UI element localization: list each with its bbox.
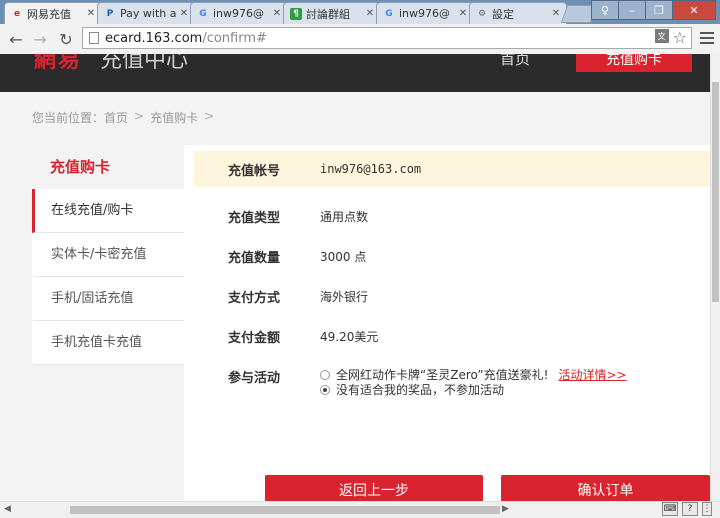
account-label: 充值帐号 [228, 163, 281, 179]
sidebar-item-phone-card[interactable]: 手机充值卡充值 [32, 321, 184, 365]
maximize-icon[interactable]: ❐ [645, 0, 673, 20]
tab-label: Pay with a [120, 7, 177, 20]
chat-icon: ¶ [290, 7, 302, 20]
activity-option-skip[interactable]: 没有适合我的奖品，不参加活动 [320, 382, 627, 397]
vertical-scrollbar[interactable] [710, 54, 720, 501]
url-path: /confirm# [202, 30, 267, 46]
tab-settings[interactable]: ⚙ 設定 ✕ [469, 2, 567, 24]
payment-label: 支付方式 [228, 291, 281, 306]
close-icon[interactable]: ✕ [271, 8, 283, 19]
type-value: 通用点数 [320, 210, 369, 224]
forward-arrow-icon[interactable]: → [30, 29, 50, 49]
keyboard-icon[interactable]: ⌨ [662, 502, 678, 516]
address-bar[interactable]: ecard.163.com /confirm# 文 ☆ [82, 27, 692, 49]
sidebar-item-phone-recharge[interactable]: 手机/固话充值 [32, 277, 184, 321]
tab-label: 网易充值 [27, 7, 71, 21]
tab-label: 設定 [492, 7, 514, 21]
chevron-right-icon: > [204, 109, 215, 123]
site-logo[interactable]: 網易 [34, 54, 82, 74]
back-arrow-icon[interactable]: ← [6, 29, 26, 49]
nav-home-link[interactable]: 首页 [500, 54, 530, 69]
sidebar-item-online-recharge[interactable]: 在线充值/购卡 [32, 189, 184, 233]
tab-gmail-2[interactable]: G inw976@ ✕ [376, 2, 474, 24]
type-row: 充值类型 通用点数 [194, 207, 710, 226]
sidebar-item-physical-card[interactable]: 实体卡/卡密充值 [32, 233, 184, 277]
tab-gmail-1[interactable]: G inw976@ ✕ [190, 2, 288, 24]
tab-label: inw976@ [213, 7, 265, 20]
tab-label: inw976@ [399, 7, 451, 20]
price-label: 支付金额 [228, 331, 281, 346]
netease-icon: e [13, 8, 21, 19]
radio-unchecked[interactable] [320, 369, 330, 380]
reload-icon[interactable]: ↻ [56, 29, 76, 49]
breadcrumb-current[interactable]: 充值购卡 [150, 109, 198, 126]
google-icon: G [385, 8, 393, 19]
close-icon[interactable]: ✕ [457, 8, 469, 19]
activity-option-join[interactable]: 全网红动作卡牌“圣灵Zero”充值送豪礼! 活动详情>> [320, 367, 627, 382]
tab-paypal[interactable]: P Pay with a ✕ [97, 2, 195, 24]
activity-label: 参与活动 [228, 371, 281, 386]
horizontal-scrollbar[interactable]: ◀ ▶ ⌨ ? ⋮ [0, 501, 720, 518]
paypal-icon: P [106, 8, 114, 19]
amount-value: 3000 点 [320, 250, 367, 264]
site-header: 網易 充值中心 首页 充值购卡 [0, 54, 710, 92]
radio-checked[interactable] [320, 384, 330, 395]
browser-toolbar: ← → ↻ ecard.163.com /confirm# 文 ☆ [0, 24, 720, 55]
window-controls: ♀ – ❐ ✕ [591, 0, 716, 20]
horizontal-scroll-thumb[interactable] [70, 506, 500, 514]
more-icon[interactable]: ⋮ [702, 502, 712, 516]
payment-value: 海外银行 [320, 290, 369, 304]
order-confirm-panel: 充值帐号 inw976@163.com 充值类型 通用点数 充值数量 3000 … [184, 145, 710, 505]
google-icon: G [199, 8, 207, 19]
breadcrumb: 您当前位置： 首页 > 充值购卡 > [32, 109, 214, 126]
nav-buy-button[interactable]: 充值购卡 [576, 54, 692, 72]
payment-row: 支付方式 海外银行 [194, 287, 710, 306]
amount-label: 充值数量 [228, 251, 281, 266]
sidebar: 充值购卡 在线充值/购卡 实体卡/卡密充值 手机/固话充值 手机充值卡充值 [32, 145, 184, 365]
price-row: 支付金额 49.20美元 [194, 327, 710, 346]
gear-icon: ⚙ [477, 8, 487, 19]
url-host: ecard.163.com [105, 30, 203, 46]
close-icon[interactable]: ✕ [364, 8, 376, 19]
minimize-icon[interactable]: – [618, 0, 646, 20]
amount-row: 充值数量 3000 点 [194, 247, 710, 266]
sidebar-title: 充值购卡 [50, 158, 111, 176]
chevron-right-icon: > [134, 109, 145, 123]
star-icon[interactable]: ☆ [673, 29, 687, 47]
page-icon [89, 32, 99, 44]
close-icon[interactable]: ✕ [178, 8, 190, 19]
activity-detail-link[interactable]: 活动详情>> [558, 366, 626, 383]
activity-row: 参与活动 全网红动作卡牌“圣灵Zero”充值送豪礼! 活动详情>> 没有适合我的… [194, 367, 710, 397]
price-value: 49.20美元 [320, 330, 379, 344]
translate-icon[interactable]: 文 [654, 29, 669, 43]
tab-discussion[interactable]: ¶ 討論群組 ✕ [283, 2, 381, 24]
site-logo-suffix: 充值中心 [100, 54, 189, 73]
account-row: 充值帐号 inw976@163.com [194, 151, 710, 187]
browser-tab-bar: e 网易充值 ✕ P Pay with a ✕ G inw976@ ✕ ¶ 討論… [0, 0, 720, 24]
activity-option2-label: 没有适合我的奖品，不参加活动 [336, 383, 505, 397]
close-window-icon[interactable]: ✕ [672, 0, 716, 20]
tab-netease[interactable]: e 网易充值 ✕ [4, 2, 102, 24]
vertical-scroll-thumb[interactable] [712, 82, 719, 302]
status-icons: ⌨ ? ⋮ [662, 502, 712, 516]
user-icon[interactable]: ♀ [591, 0, 619, 20]
type-label: 充值类型 [228, 211, 281, 226]
menu-icon[interactable] [700, 32, 714, 47]
account-value: inw976@163.com [320, 162, 422, 176]
close-icon[interactable]: ✕ [550, 8, 562, 19]
tab-label: 討論群組 [306, 7, 350, 21]
scroll-left-arrow-icon[interactable]: ◀ [4, 504, 11, 514]
help-icon[interactable]: ? [682, 502, 698, 516]
breadcrumb-prefix: 您当前位置： [32, 111, 105, 125]
activity-options: 全网红动作卡牌“圣灵Zero”充值送豪礼! 活动详情>> 没有适合我的奖品，不参… [320, 367, 627, 397]
close-icon[interactable]: ✕ [85, 8, 97, 19]
page-body: 您当前位置： 首页 > 充值购卡 > 充值购卡 在线充值/购卡 实体卡/卡密充值… [0, 92, 710, 505]
breadcrumb-home[interactable]: 首页 [104, 109, 128, 126]
scroll-right-arrow-icon[interactable]: ▶ [502, 504, 509, 514]
